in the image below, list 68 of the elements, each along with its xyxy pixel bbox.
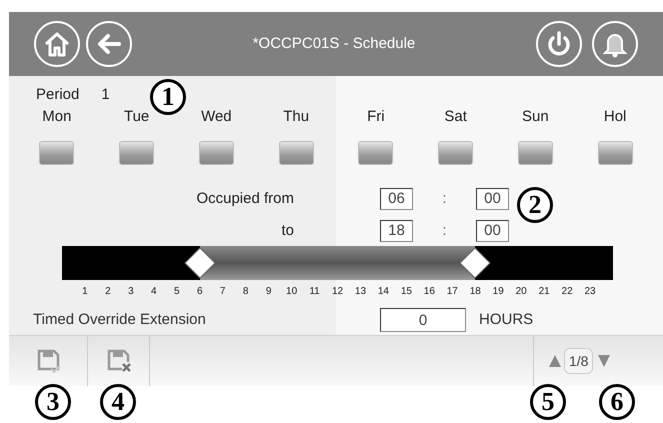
minute-field[interactable]: 00 — [476, 220, 509, 242]
day-toggle-button[interactable] — [119, 140, 154, 164]
occupied-label: to — [280, 220, 294, 241]
day-toggle-button[interactable] — [438, 140, 474, 164]
day-label: Tue — [124, 107, 150, 127]
day-toggle-button[interactable] — [39, 140, 74, 164]
day-toggle-button[interactable] — [518, 140, 553, 164]
triangle-up-icon — [548, 354, 562, 368]
hour-tick-label: 18 — [470, 286, 481, 298]
day-label: Thu — [283, 107, 310, 127]
hour-tick-label: 17 — [446, 286, 458, 298]
hour-tick-label: 23 — [584, 286, 596, 298]
hour-tick-label: 2 — [105, 286, 111, 298]
callout-number: 4 — [100, 384, 136, 420]
occupied-label: Occupied from — [195, 188, 294, 209]
hour-tick-label: 21 — [538, 286, 550, 298]
day-label: Fri — [367, 107, 385, 127]
override-field[interactable]: 0 — [380, 308, 466, 332]
hour-tick-label: 7 — [220, 286, 226, 298]
screen-title: *OCCPC01S - Schedule — [252, 34, 416, 54]
hour-tick-label: 22 — [562, 286, 573, 298]
period-number: 1 — [101, 85, 110, 105]
triangle-down-icon — [597, 354, 612, 368]
day-label: Sat — [444, 107, 467, 127]
page-down-button[interactable] — [597, 354, 612, 368]
hour-tick-label: 19 — [492, 286, 504, 298]
hour-tick-label: 11 — [309, 286, 320, 298]
power-button[interactable] — [536, 21, 582, 67]
hour-tick-label: 10 — [286, 286, 298, 298]
time-separator: : — [441, 220, 448, 241]
hour-tick-label: 3 — [128, 286, 134, 298]
hour-tick-label: 14 — [378, 286, 389, 298]
period-label: Period — [36, 85, 80, 105]
hour-tick-label: 15 — [400, 286, 412, 298]
home-button[interactable] — [34, 21, 80, 67]
override-label: Timed Override Extension — [33, 310, 207, 330]
day-label: Mon — [42, 107, 72, 127]
minute-field[interactable]: 00 — [476, 188, 509, 210]
hour-tick-label: 6 — [196, 286, 203, 298]
day-label: Hol — [604, 107, 626, 127]
hour-tick-label: 9 — [266, 286, 272, 298]
hours-unit: HOURS — [479, 310, 534, 330]
callout-number: 6 — [599, 384, 635, 420]
hour-tick-label: 1 — [82, 286, 88, 298]
callout-number: 5 — [530, 384, 566, 420]
back-button[interactable] — [86, 21, 132, 67]
day-toggle-button[interactable] — [198, 140, 234, 164]
hour-tick-label: 4 — [151, 286, 157, 298]
day-label: Sun — [522, 107, 549, 127]
day-toggle-button[interactable] — [358, 140, 394, 164]
page-indicator: 1/8 — [564, 348, 594, 374]
range-thumb[interactable] — [459, 247, 492, 279]
time-separator: : — [441, 188, 448, 209]
day-label: Wed — [201, 107, 232, 127]
day-toggle-button[interactable] — [598, 140, 633, 164]
page-up-button[interactable] — [548, 354, 562, 368]
hour-tick-label: 5 — [174, 286, 180, 298]
range-thumb[interactable] — [184, 247, 216, 279]
hour-tick-label: 8 — [242, 286, 248, 298]
hour-tick-label: 16 — [424, 286, 435, 298]
hour-tick-label: 13 — [354, 286, 366, 298]
hour-tick-label: 12 — [332, 286, 344, 298]
alarm-button[interactable] — [592, 21, 638, 67]
day-toggle-button[interactable] — [278, 140, 314, 164]
callout-number: 3 — [35, 384, 71, 420]
hour-tick-label: 20 — [516, 286, 527, 298]
hour-field[interactable]: 18 — [380, 220, 413, 242]
hour-field[interactable]: 06 — [380, 188, 413, 210]
